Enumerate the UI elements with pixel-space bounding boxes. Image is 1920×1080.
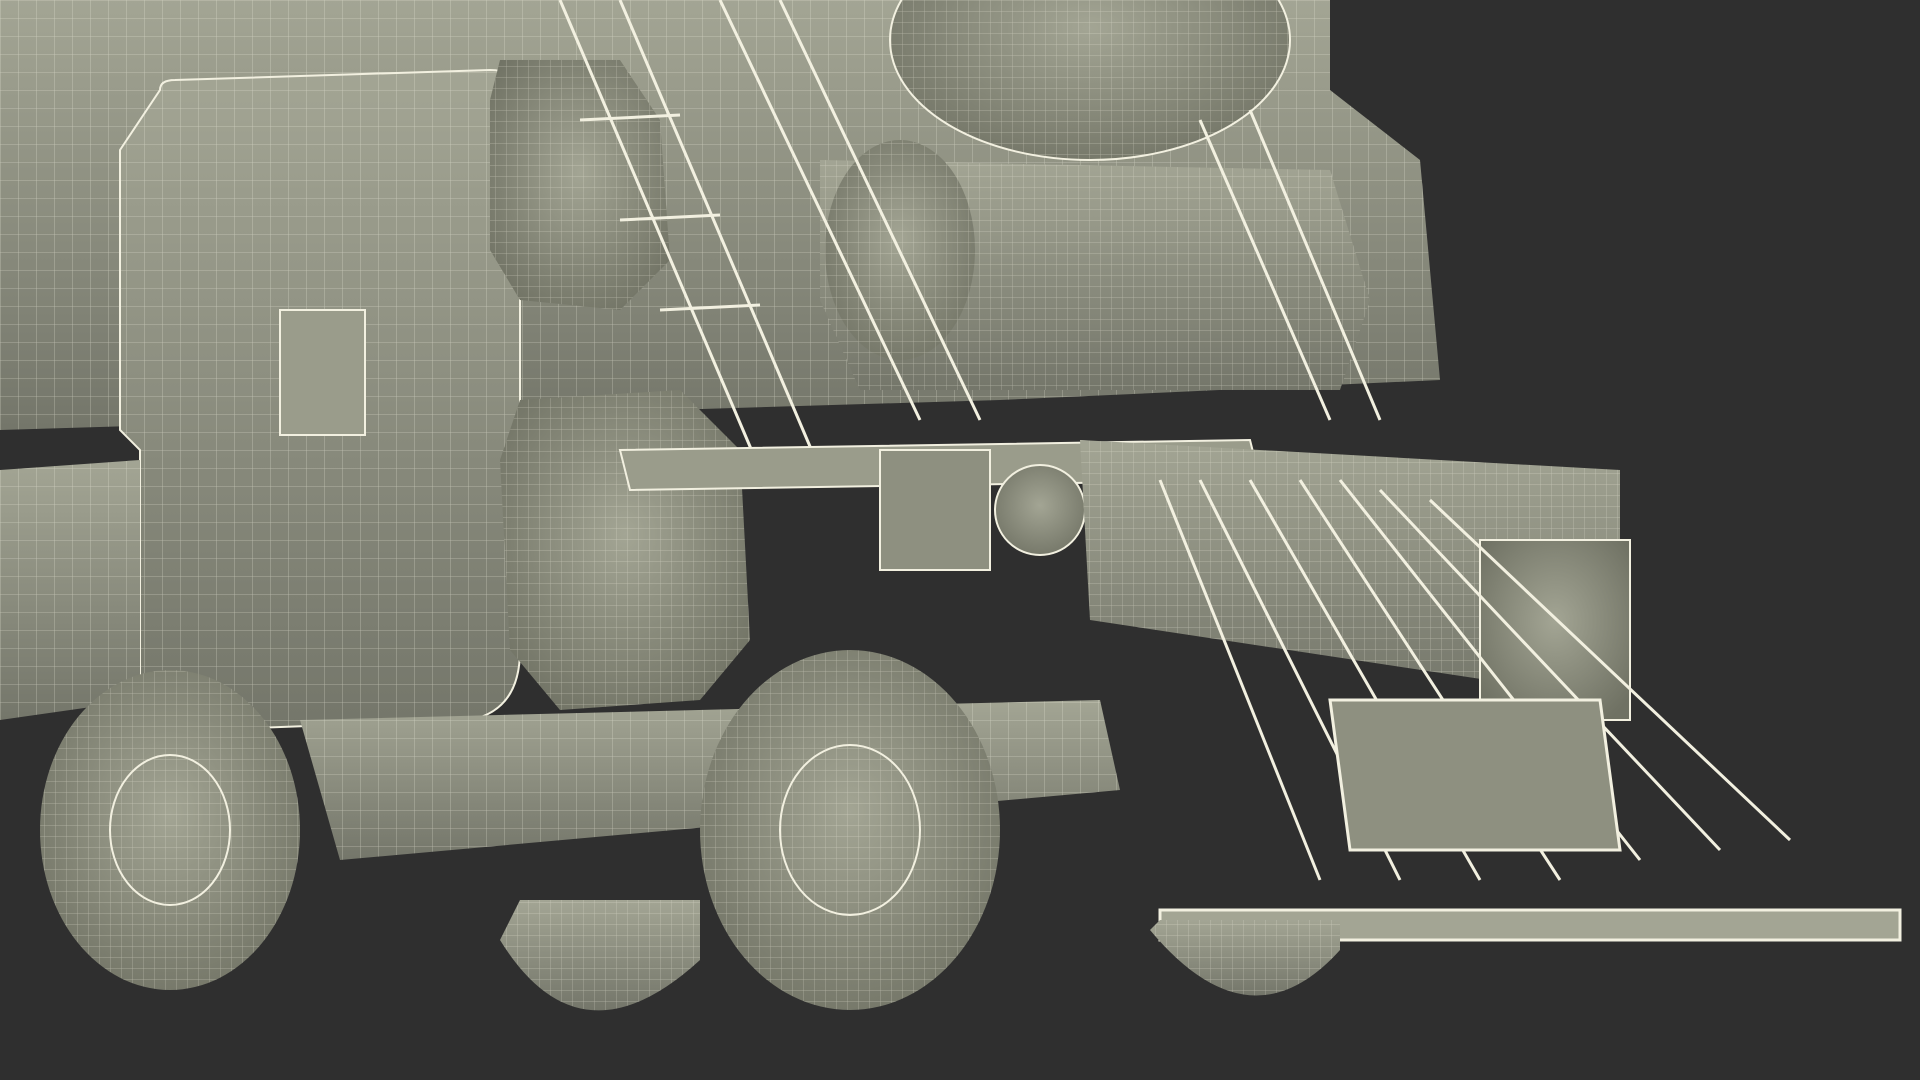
wheel-front bbox=[700, 650, 1000, 1010]
wheel-rear bbox=[40, 670, 300, 990]
hatch-plate bbox=[279, 309, 366, 436]
side-tank bbox=[119, 68, 521, 732]
render-viewport bbox=[0, 0, 1920, 1080]
cylinder bbox=[820, 140, 1370, 390]
locomotive-render bbox=[0, 0, 1920, 1080]
